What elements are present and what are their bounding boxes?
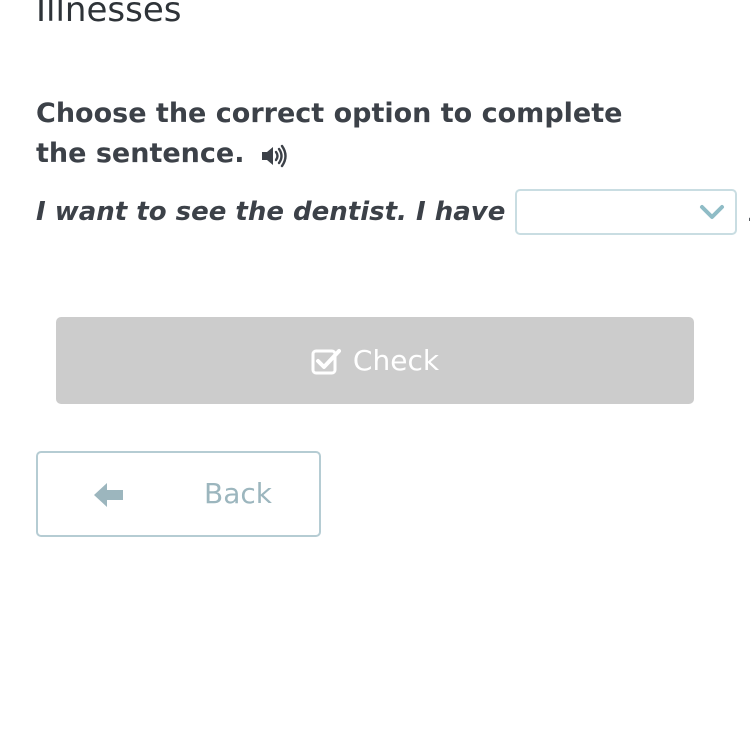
check-button[interactable]: Check — [56, 317, 694, 404]
sentence-text: I want to see the dentist. I have — [36, 197, 506, 227]
back-label: Back — [204, 477, 272, 510]
checkbox-check-icon — [311, 348, 341, 374]
speaker-icon[interactable] — [260, 140, 288, 167]
answer-dropdown[interactable] — [515, 189, 738, 235]
chevron-down-icon — [700, 205, 725, 219]
back-button[interactable]: Back — [36, 451, 321, 537]
sentence-row: I want to see the dentist. I have . — [36, 188, 750, 236]
instruction-text: Choose the correct option to complete th… — [36, 94, 676, 174]
page-title: Illnesses — [36, 0, 182, 30]
instruction-label: Choose the correct option to complete th… — [36, 98, 623, 169]
arrow-left-icon — [94, 483, 123, 507]
sentence-end: . — [746, 198, 750, 236]
check-label: Check — [352, 344, 440, 377]
